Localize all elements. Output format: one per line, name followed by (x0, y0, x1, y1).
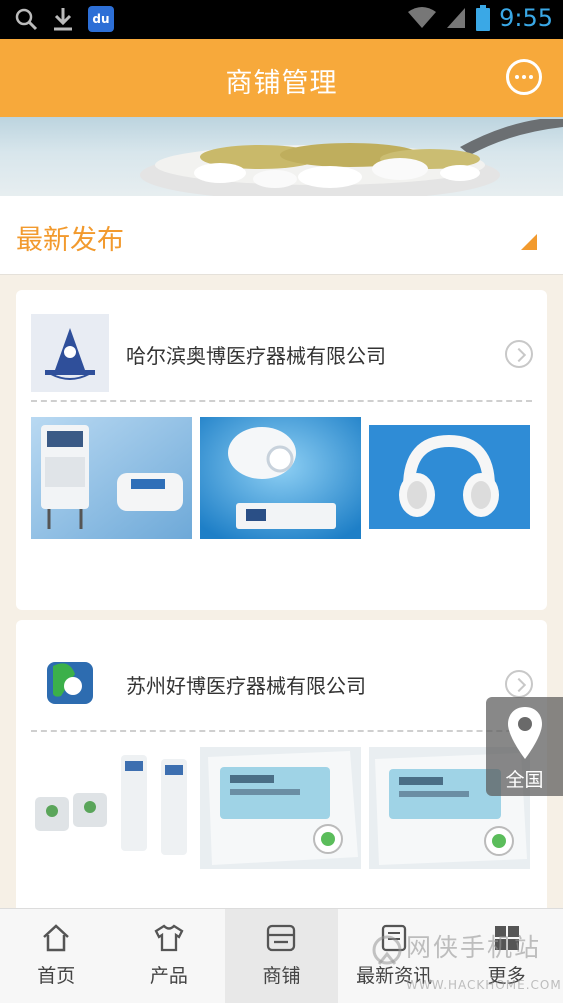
watermark-text: 网侠手机站 (406, 933, 542, 962)
store-logo (31, 314, 109, 392)
store-logo (31, 644, 109, 722)
search-icon (15, 8, 38, 31)
store-name[interactable]: 苏州好博医疗器械有限公司 (126, 670, 366, 699)
home-icon (43, 924, 70, 952)
banner-image[interactable] (0, 117, 563, 196)
battery-icon (476, 5, 491, 31)
store-name[interactable]: 哈尔滨奥博医疗器械有限公司 (126, 340, 386, 369)
product-image[interactable] (200, 747, 361, 869)
status-left: du (14, 6, 114, 32)
watermark: 网侠手机站 WWW.HACKHOME.COM (370, 928, 562, 998)
wifi-icon (408, 7, 437, 28)
store-card[interactable]: 苏州好博医疗器械有限公司 (16, 620, 547, 920)
product-image[interactable] (31, 417, 192, 539)
nav-item-shops[interactable]: 商铺 (225, 909, 338, 1003)
chevron-right-icon[interactable] (505, 670, 533, 698)
latest-section-header[interactable]: 最新发布 (0, 196, 563, 275)
shop-icon (267, 924, 296, 952)
product-thumbnails (31, 747, 531, 869)
region-filter-button[interactable]: 全国 (486, 697, 563, 796)
product-image[interactable] (200, 417, 361, 539)
status-bar: du 9:55 (0, 0, 563, 39)
expand-triangle-icon[interactable] (521, 234, 537, 250)
watermark-logo-icon (372, 935, 402, 965)
nav-label: 商铺 (262, 965, 301, 987)
nav-label: 产品 (149, 965, 188, 987)
section-title: 最新发布 (16, 225, 124, 256)
store-header[interactable]: 哈尔滨奥博医疗器械有限公司 (16, 290, 547, 402)
store-header[interactable]: 苏州好博医疗器械有限公司 (16, 620, 547, 732)
nav-item-products[interactable]: 产品 (113, 909, 226, 1003)
location-pin-icon (508, 707, 542, 759)
chevron-right-icon[interactable] (505, 340, 533, 368)
product-image[interactable] (369, 417, 530, 539)
chat-bubble-icon[interactable] (506, 59, 542, 95)
download-icon (54, 8, 72, 31)
shirt-icon (154, 924, 184, 952)
store-card[interactable]: 哈尔滨奥博医疗器械有限公司 (16, 290, 547, 610)
status-right: 9:55 (407, 4, 553, 32)
region-label: 全国 (505, 769, 544, 791)
product-image[interactable] (31, 747, 192, 869)
status-time: 9:55 (499, 4, 553, 32)
title-bar: 商铺管理 (0, 39, 563, 117)
banner-spoon-illustration (140, 119, 563, 196)
product-thumbnails (31, 417, 531, 539)
dashed-divider (31, 730, 532, 732)
page-title: 商铺管理 (225, 68, 338, 99)
dashed-divider (31, 400, 532, 402)
baidu-icon: du (88, 6, 114, 32)
watermark-url: WWW.HACKHOME.COM (406, 978, 562, 992)
signal-icon (447, 8, 466, 28)
nav-item-home[interactable]: 首页 (0, 909, 113, 1003)
nav-label: 首页 (37, 965, 76, 987)
